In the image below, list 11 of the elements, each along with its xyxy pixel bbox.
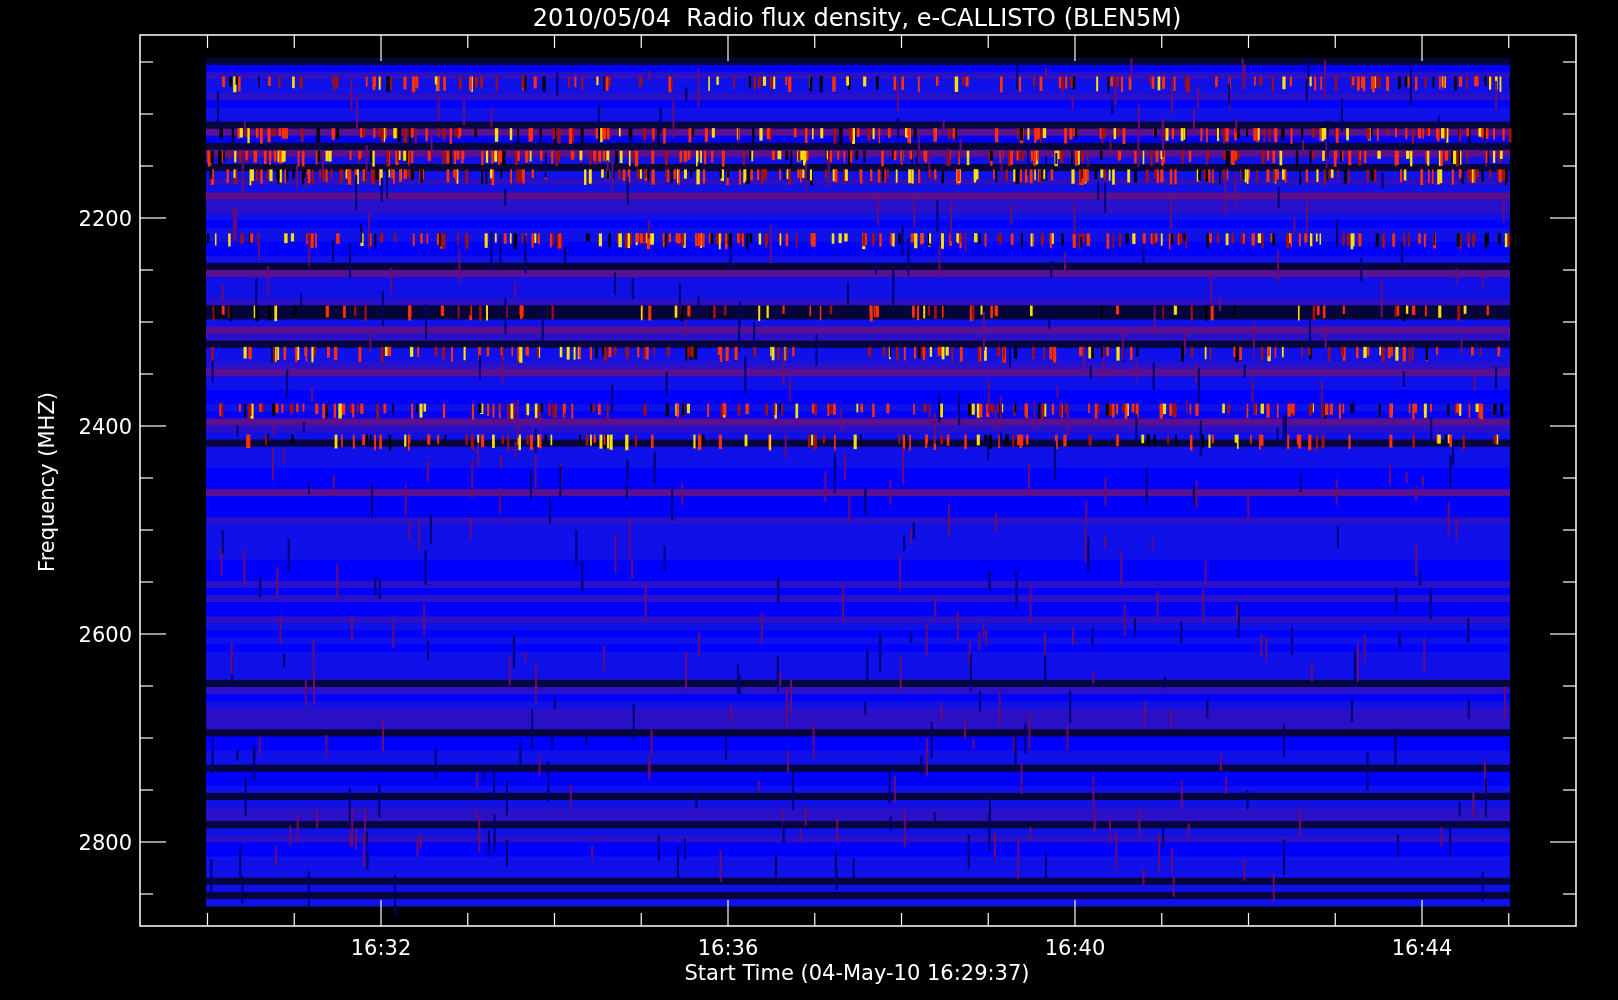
y-tick-label: 2800 bbox=[78, 831, 132, 855]
x-tick-label: 16:36 bbox=[697, 936, 759, 960]
y-tick-label: 2600 bbox=[78, 623, 132, 647]
x-tick-label: 16:40 bbox=[1044, 936, 1106, 960]
x-tick-label: 16:44 bbox=[1391, 936, 1453, 960]
x-axis-label: Start Time (04-May-10 16:29:37) bbox=[684, 961, 1030, 985]
x-tick-label: 16:32 bbox=[350, 936, 412, 960]
y-tick-label: 2400 bbox=[78, 415, 132, 439]
y-tick-label: 2200 bbox=[78, 207, 132, 231]
y-axis-label: Frequency (MHZ) bbox=[35, 392, 59, 572]
plot-title: 2010/05/04 Radio flux density, e-CALLISTO (BLEN5M) bbox=[532, 4, 1182, 32]
